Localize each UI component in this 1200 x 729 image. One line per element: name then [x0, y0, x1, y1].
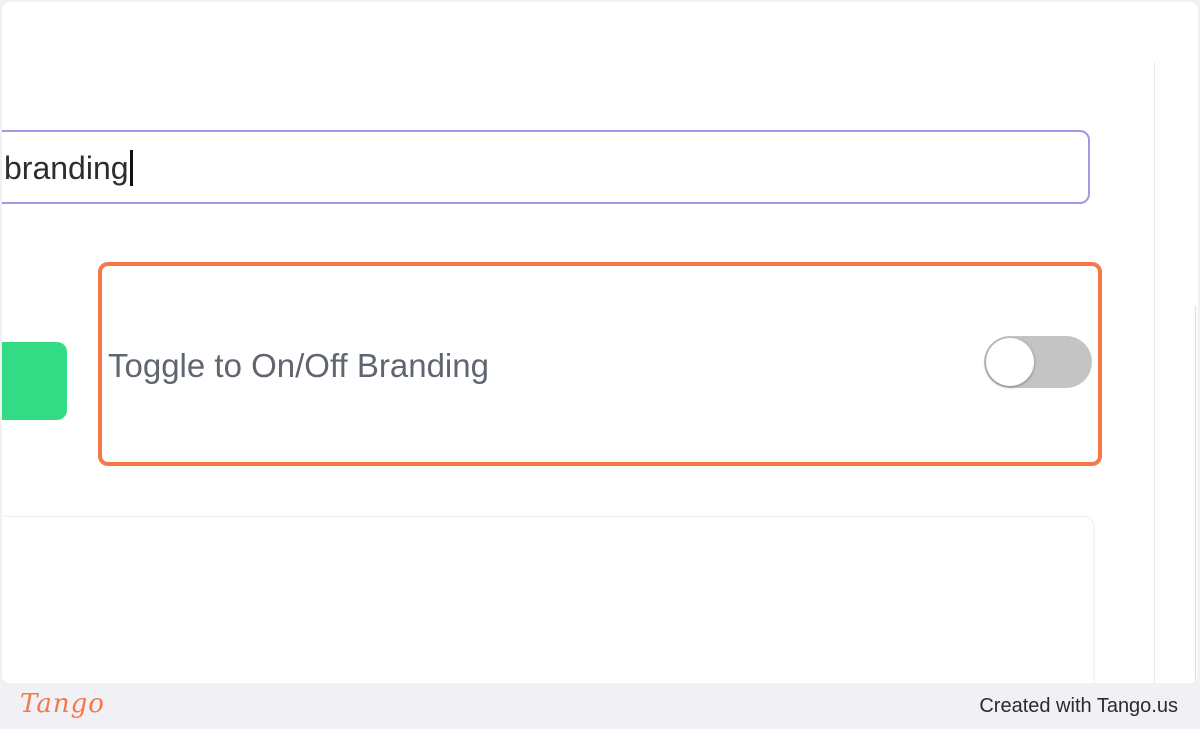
app-window: branding Toggle to On/Off Branding: [2, 2, 1198, 683]
scrollbar-track[interactable]: [1154, 62, 1198, 683]
search-input-value: branding: [4, 150, 133, 186]
footer-credit: Created with Tango.us: [979, 695, 1178, 717]
footer-bar: Tango Created with Tango.us: [0, 683, 1200, 729]
green-action-button[interactable]: [2, 342, 67, 420]
content-card: [2, 516, 1094, 683]
text-caret: [129, 150, 133, 186]
scrollbar-thumb[interactable]: [1195, 306, 1198, 683]
branding-toggle-label: Toggle to On/Off Branding: [108, 347, 489, 384]
search-input[interactable]: branding: [2, 130, 1090, 204]
branding-toggle-switch[interactable]: [984, 336, 1092, 388]
toggle-knob: [986, 338, 1034, 386]
tango-logo: Tango: [20, 689, 105, 719]
